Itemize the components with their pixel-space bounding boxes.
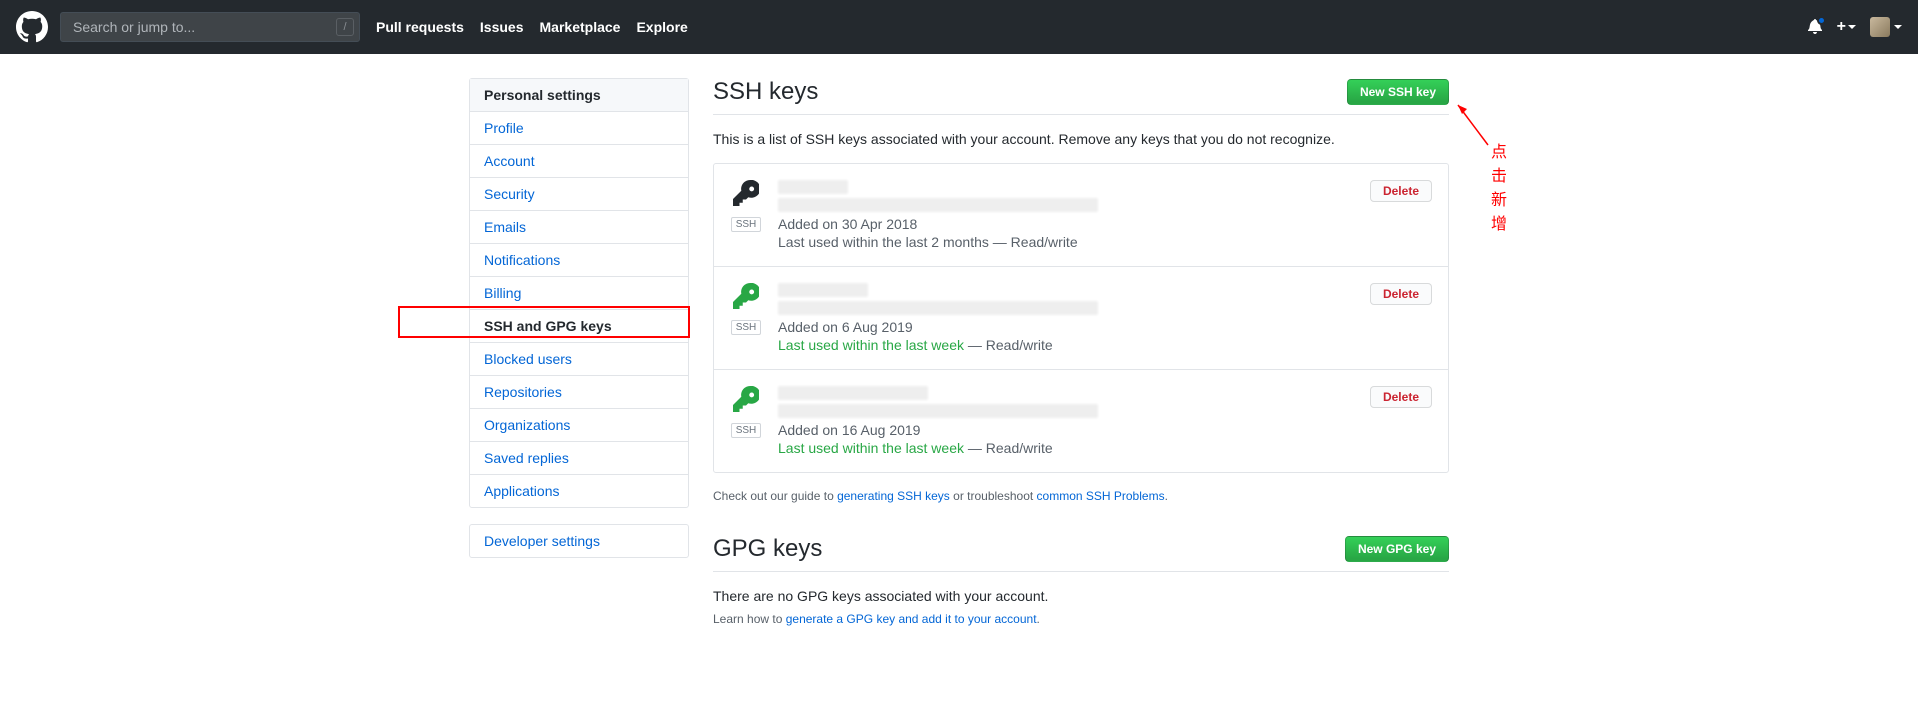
key-icon: [733, 386, 759, 419]
key-icon-wrap: SSH: [730, 386, 762, 438]
sidebar-item-repositories[interactable]: Repositories: [470, 376, 688, 409]
chevron-down-icon: [1848, 25, 1856, 29]
ssh-subhead: SSH keys New SSH key: [713, 78, 1449, 115]
create-new-dropdown[interactable]: +: [1837, 18, 1856, 36]
delete-key-button[interactable]: Delete: [1370, 386, 1432, 408]
key-fingerprint-redacted: [778, 404, 1098, 418]
generate-gpg-key-link[interactable]: generate a GPG key and add it to your ac…: [786, 612, 1037, 626]
sidebar-item-security[interactable]: Security: [470, 178, 688, 211]
ssh-badge: SSH: [731, 320, 762, 335]
nav-explore[interactable]: Explore: [636, 19, 687, 35]
key-icon: [733, 180, 759, 213]
sidebar-item-saved-replies[interactable]: Saved replies: [470, 442, 688, 475]
search-wrap: /: [60, 12, 360, 42]
key-title-redacted: [778, 180, 848, 194]
footnote-text: or troubleshoot: [950, 489, 1037, 503]
primary-nav: Pull requests Issues Marketplace Explore: [376, 19, 688, 35]
key-added-date: Added on 16 Aug 2019: [778, 422, 1370, 438]
search-input[interactable]: [60, 12, 360, 42]
key-icon-wrap: SSH: [730, 180, 762, 232]
key-fingerprint-redacted: [778, 198, 1098, 212]
notifications-button[interactable]: [1807, 18, 1823, 37]
sidebar-item-account[interactable]: Account: [470, 145, 688, 178]
sidebar-item-organizations[interactable]: Organizations: [470, 409, 688, 442]
key-details: Added on 6 Aug 2019 Last used within the …: [778, 283, 1370, 353]
nav-pull-requests[interactable]: Pull requests: [376, 19, 464, 35]
top-header: / Pull requests Issues Marketplace Explo…: [0, 0, 1918, 54]
key-fingerprint-redacted: [778, 301, 1098, 315]
ssh-footnote: Check out our guide to generating SSH ke…: [713, 489, 1449, 503]
sidebar: Personal settings Profile Account Securi…: [469, 78, 689, 626]
chevron-down-icon: [1894, 25, 1902, 29]
key-details: Added on 16 Aug 2019 Last used within the…: [778, 386, 1370, 456]
key-last-used: Last used within the last week — Read/wr…: [778, 337, 1370, 353]
delete-key-button[interactable]: Delete: [1370, 180, 1432, 202]
avatar: [1870, 17, 1890, 37]
header-right: +: [1807, 17, 1902, 37]
user-menu[interactable]: [1870, 17, 1902, 37]
gpg-description: There are no GPG keys associated with yo…: [713, 588, 1449, 604]
ssh-keys-list: SSH Added on 30 Apr 2018 Last used within …: [713, 163, 1449, 473]
ssh-key-item: SSH Added on 6 Aug 2019 Last used within t…: [714, 267, 1448, 370]
key-details: Added on 30 Apr 2018 Last used within the…: [778, 180, 1370, 250]
gpg-learn-text: .: [1037, 612, 1040, 626]
sidebar-item-applications[interactable]: Applications: [470, 475, 688, 507]
page-container: Personal settings Profile Account Securi…: [469, 78, 1449, 626]
ssh-key-item: SSH Added on 30 Apr 2018 Last used within …: [714, 164, 1448, 267]
key-last-used: Last used within the last week — Read/wr…: [778, 440, 1370, 456]
key-icon: [733, 283, 759, 316]
key-last-used: Last used within the last 2 months — Rea…: [778, 234, 1370, 250]
annotation-text: 点击新增: [1491, 138, 1507, 234]
sidebar-item-notifications[interactable]: Notifications: [470, 244, 688, 277]
nav-marketplace[interactable]: Marketplace: [540, 19, 621, 35]
key-added-date: Added on 30 Apr 2018: [778, 216, 1370, 232]
gpg-section: GPG keys New GPG key There are no GPG ke…: [713, 535, 1449, 626]
gpg-subhead: GPG keys New GPG key: [713, 535, 1449, 572]
new-gpg-key-button[interactable]: New GPG key: [1345, 536, 1449, 562]
delete-key-button[interactable]: Delete: [1370, 283, 1432, 305]
ssh-badge: SSH: [731, 217, 762, 232]
sidebar-item-emails[interactable]: Emails: [470, 211, 688, 244]
ssh-badge: SSH: [731, 423, 762, 438]
footnote-text: Check out our guide to: [713, 489, 837, 503]
sidebar-item-blocked-users[interactable]: Blocked users: [470, 343, 688, 376]
ssh-description: This is a list of SSH keys associated wi…: [713, 131, 1449, 147]
slash-hint: /: [336, 18, 354, 36]
gpg-learn: Learn how to generate a GPG key and add …: [713, 612, 1449, 626]
menu-header: Personal settings: [470, 79, 688, 112]
sidebar-item-ssh-gpg-keys[interactable]: SSH and GPG keys: [470, 310, 688, 343]
sidebar-item-billing[interactable]: Billing: [470, 277, 688, 310]
github-logo[interactable]: [16, 11, 48, 43]
settings-menu: Personal settings Profile Account Securi…: [469, 78, 689, 508]
key-title-redacted: [778, 386, 928, 400]
main-content: 点击新增 SSH keys New SSH key This is a list…: [713, 78, 1449, 626]
notification-indicator: [1817, 16, 1826, 25]
key-title-redacted: [778, 283, 868, 297]
ssh-key-item: SSH Added on 16 Aug 2019 Last used within …: [714, 370, 1448, 472]
nav-issues[interactable]: Issues: [480, 19, 524, 35]
plus-icon: +: [1837, 18, 1846, 36]
gpg-learn-text: Learn how to: [713, 612, 786, 626]
sidebar-item-developer-settings[interactable]: Developer settings: [470, 525, 688, 557]
dev-settings-menu: Developer settings: [469, 524, 689, 558]
sidebar-item-profile[interactable]: Profile: [470, 112, 688, 145]
key-added-date: Added on 6 Aug 2019: [778, 319, 1370, 335]
key-icon-wrap: SSH: [730, 283, 762, 335]
ssh-title: SSH keys: [713, 78, 818, 106]
footnote-text: .: [1165, 489, 1168, 503]
new-ssh-key-button[interactable]: New SSH key: [1347, 79, 1449, 105]
annotation-arrow: [1453, 100, 1493, 150]
gpg-title: GPG keys: [713, 535, 822, 563]
generating-ssh-keys-link[interactable]: generating SSH keys: [837, 489, 950, 503]
common-ssh-problems-link[interactable]: common SSH Problems: [1037, 489, 1165, 503]
